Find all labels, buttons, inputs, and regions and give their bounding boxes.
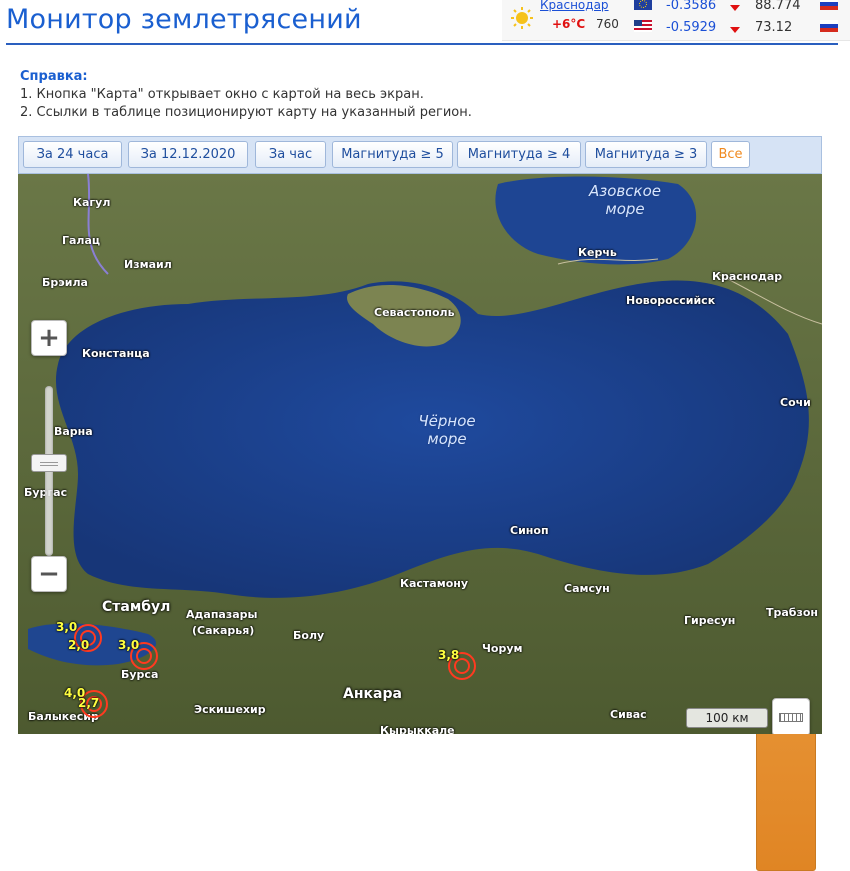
azov-sea-label: Азовское море (589, 182, 661, 218)
help-line-2: 2. Ссылки в таблице позиционируют карту … (20, 105, 472, 120)
map-label-sinop: Синоп (510, 524, 549, 537)
map-scale: 100 км (686, 708, 768, 728)
map-label-kirikkale: Кырыккале (380, 724, 455, 734)
weather-pressure: 760 (596, 17, 619, 31)
sun-icon (511, 7, 533, 29)
map-label-giresun: Гиресун (684, 614, 736, 627)
magnitude-5-button[interactable]: Магнитуда ≥ 5 (332, 141, 453, 168)
quake-magnitude: 2,7 (78, 696, 100, 710)
filter-toolbar: За 24 часа За 12.12.2020 За час Магнитуд… (18, 136, 822, 871)
map-label-eskisehir: Эскишехир (194, 703, 266, 716)
map-label-istanbul: Стамбул (102, 599, 171, 615)
eur-rate: 88.774 (755, 0, 801, 13)
quake-magnitude: 2,0 (68, 638, 90, 652)
map-label-corum: Чорум (482, 642, 523, 655)
weather-temperature: +6°C (552, 17, 586, 31)
map-label-galati: Галац (62, 234, 101, 247)
weather-currency-widget: Краснодар +6°C 760 -0.3586 88.774 -0.592… (502, 0, 850, 41)
quake-magnitude: 3,0 (56, 620, 78, 634)
map-label-braila: Брэила (42, 276, 88, 289)
earthquake-map[interactable]: Чёрное море Азовское море Кагул Галац Из… (18, 174, 822, 734)
map-label-izmail: Измаил (124, 258, 172, 271)
map-label-bolu: Болу (293, 629, 325, 642)
all-button[interactable]: Все (711, 141, 750, 168)
ru-flag-icon (820, 0, 838, 10)
zoom-slider-handle[interactable] (31, 454, 67, 472)
eur-down-arrow-icon (730, 5, 740, 11)
map-label-varna: Варна (54, 425, 93, 438)
us-flag-icon (634, 20, 652, 32)
map-label-constanta: Констанца (82, 347, 150, 360)
magnitude-3-button[interactable]: Магнитуда ≥ 3 (585, 141, 707, 168)
map-label-sevastopol: Севастополь (374, 306, 455, 319)
help-section: Справка: 1. Кнопка "Карта" открывает окн… (20, 68, 472, 122)
help-title: Справка: (20, 69, 88, 84)
map-label-bursa: Бурса (121, 668, 159, 681)
usd-down-arrow-icon (730, 27, 740, 33)
date-button[interactable]: За 12.12.2020 (128, 141, 248, 168)
magnitude-4-button[interactable]: Магнитуда ≥ 4 (457, 141, 581, 168)
page-title: Монитор землетрясений (6, 4, 362, 35)
last-hour-button[interactable]: За час (255, 141, 326, 168)
map-label-ankara: Анкара (343, 686, 402, 702)
map-label-samsun: Самсун (564, 582, 610, 595)
zoom-in-button[interactable]: + (31, 320, 67, 356)
map-label-krasnodar: Краснодар (712, 270, 783, 283)
weather-city-link[interactable]: Краснодар (540, 0, 609, 12)
last-24h-button[interactable]: За 24 часа (23, 141, 122, 168)
ruler-icon[interactable] (772, 698, 810, 734)
quake-magnitude: 3,8 (438, 648, 460, 662)
title-divider (6, 43, 838, 45)
quake-magnitude: 3,0 (118, 638, 140, 652)
ru-flag-icon (820, 20, 838, 32)
map-label-trabzon: Трабзон (766, 606, 819, 619)
map-label-kagul: Кагул (73, 196, 111, 209)
map-label-sakarya: (Сакарья) (192, 624, 255, 637)
map-label-novorossiysk: Новороссийск (626, 294, 716, 307)
eu-flag-icon (634, 0, 652, 10)
usd-change: -0.5929 (666, 20, 717, 35)
help-line-1: 1. Кнопка "Карта" открывает окно с карто… (20, 87, 424, 102)
map-label-kerch: Керчь (578, 246, 617, 259)
eur-change: -0.3586 (666, 0, 717, 13)
usd-rate: 73.12 (755, 20, 793, 35)
zoom-out-button[interactable]: − (31, 556, 67, 592)
black-sea-label: Чёрное море (418, 412, 476, 448)
map-label-sivas: Сивас (610, 708, 647, 721)
map-label-kastamonu: Кастамону (400, 577, 469, 590)
map-label-adapazari: Адапазары (186, 608, 258, 621)
map-label-sochi: Сочи (780, 396, 811, 409)
